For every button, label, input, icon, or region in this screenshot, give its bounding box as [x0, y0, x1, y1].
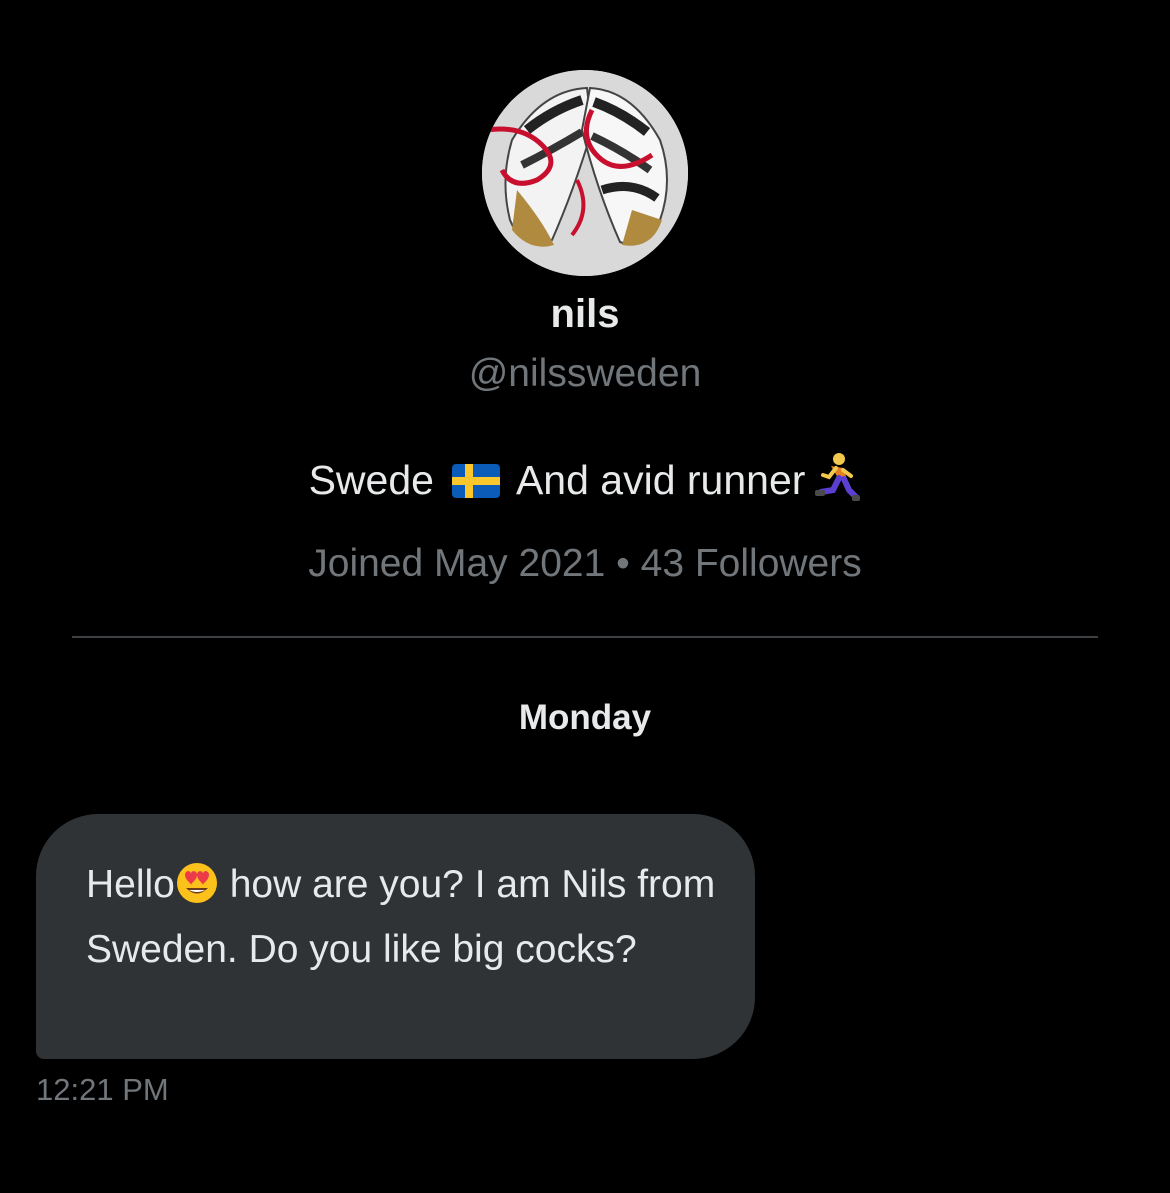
joined-date: Joined May 2021 [308, 542, 606, 585]
username-handle[interactable]: @nilssweden [0, 352, 1170, 396]
avatar[interactable] [482, 70, 688, 276]
bio-text-end: And avid runner [515, 457, 806, 503]
heart-eyes-emoji-icon [175, 861, 219, 921]
followers-count[interactable]: 43 Followers [641, 542, 862, 585]
message-timestamp: 12:21 PM [36, 1072, 169, 1107]
bio-text-start: Swede [308, 457, 434, 503]
message-bubble[interactable]: Hello how are you? I am Nils from Sweden… [36, 814, 755, 1059]
display-name[interactable]: nils [0, 292, 1170, 337]
running-shoes-avatar-image [482, 70, 688, 276]
meta-separator: • [616, 542, 630, 585]
message-text: Hello how are you? I am Nils from Sweden… [86, 856, 726, 978]
runner-icon [809, 452, 861, 512]
message-text-start: Hello [86, 863, 175, 906]
day-separator: Monday [518, 698, 652, 737]
divider [72, 636, 1098, 638]
profile-meta: Joined May 2021 • 43 Followers [0, 542, 1170, 586]
sweden-flag-icon [451, 461, 500, 508]
profile-bio: Swede And avid runner [0, 452, 1170, 512]
